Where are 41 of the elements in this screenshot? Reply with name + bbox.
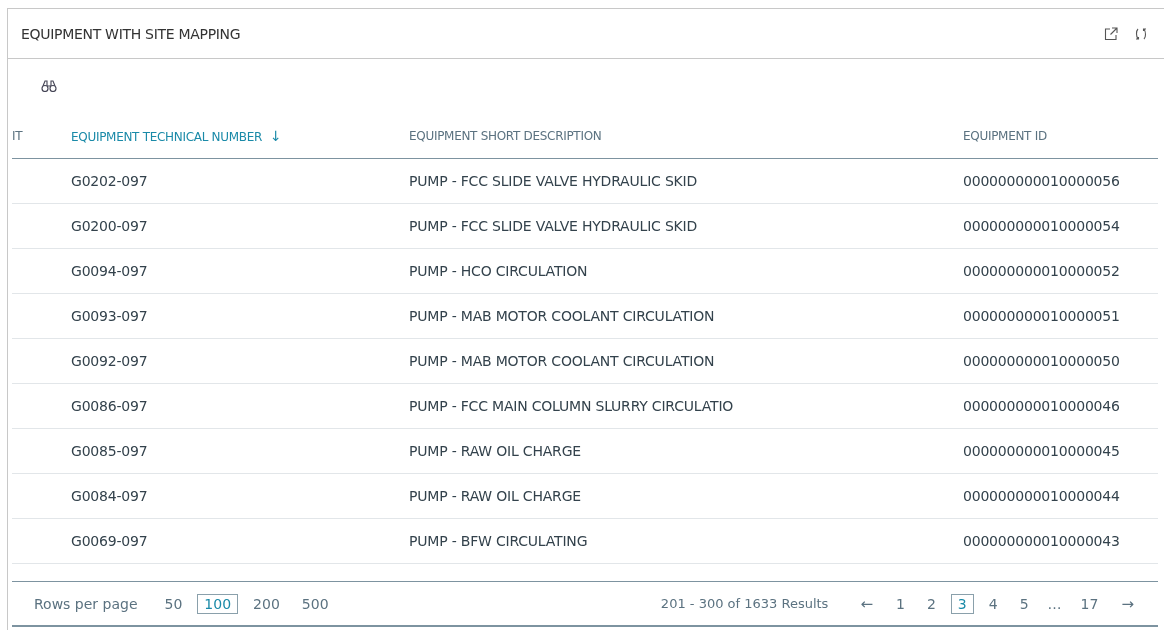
- table-cell-text: PUMP - MAB MOTOR COOLANT CIRCULATION: [409, 353, 716, 369]
- table-cell-text: 000000000010000054: [963, 218, 1121, 234]
- table-cell-text: PUMP - FCC SLIDE VALVE HYDRAULIC SKID: [409, 173, 699, 189]
- table-cell-text: PUMP - FCC MAIN COLUMN SLURRY CIRCULATIO: [409, 398, 735, 414]
- column-header[interactable]: IT: [12, 128, 71, 143]
- table-cell-text: G0092-097: [71, 353, 149, 369]
- table-cell-text: G0200-097: [71, 218, 149, 234]
- table-cell-text: G0093-097: [71, 308, 149, 324]
- table-cell-text: PUMP - RAW OIL CHARGE: [409, 443, 582, 459]
- page-size-option[interactable]: 100: [197, 593, 239, 614]
- table-cell-text: 000000000010000050: [963, 353, 1121, 369]
- table-cell-text: 000000000010000046: [963, 398, 1121, 414]
- binoculars-icon[interactable]: [40, 77, 58, 95]
- table-cell-text: 000000000010000051: [963, 308, 1121, 324]
- table-cell-text: PUMP - MAB MOTOR COOLANT CIRCULATION: [409, 308, 716, 324]
- table-cell-text: 000000000010000043: [963, 533, 1121, 549]
- table-cell-text: PUMP - BFW CIRCULATING: [409, 533, 589, 549]
- table-cell-text: 000000000010000044: [963, 488, 1121, 504]
- column-header[interactable]: EQUIPMENT SHORT DESCRIPTION: [409, 128, 963, 143]
- table-cell-text: 000000000010000056: [963, 173, 1121, 189]
- rows-per-page-label: Rows per page: [34, 595, 138, 612]
- table-cell-text: PUMP - HCO CIRCULATION: [409, 263, 589, 279]
- external-link-icon[interactable]: [1102, 24, 1120, 43]
- column-header[interactable]: EQUIPMENT TECHNICAL NUMBER ↓: [71, 127, 409, 144]
- table-cell-text: PUMP - RAW OIL CHARGE: [409, 488, 582, 504]
- page-ellipsis: …: [1047, 595, 1062, 612]
- page-number-button[interactable]: 3: [950, 593, 974, 614]
- previous-page-button[interactable]: ←: [854, 594, 879, 613]
- table-cell-text: G0086-097: [71, 398, 149, 414]
- table-cell-text: G0069-097: [71, 533, 149, 549]
- results-count: 201 - 300 of 1633 Results: [660, 596, 829, 611]
- table-cell-text: 000000000010000045: [963, 443, 1121, 459]
- table-cell-text: G0085-097: [71, 443, 149, 459]
- next-page-button[interactable]: →: [1115, 594, 1140, 613]
- table-cell-text: G0202-097: [71, 173, 149, 189]
- table-cell-text: G0094-097: [71, 263, 149, 279]
- table-cell-text: PUMP - FCC SLIDE VALVE HYDRAULIC SKID: [409, 218, 699, 234]
- panel-title: EQUIPMENT WITH SITE MAPPING: [21, 25, 242, 42]
- table-cell-text: 000000000010000052: [963, 263, 1121, 279]
- column-header[interactable]: EQUIPMENT ID: [963, 128, 1158, 143]
- table-cell-text: G0084-097: [71, 488, 149, 504]
